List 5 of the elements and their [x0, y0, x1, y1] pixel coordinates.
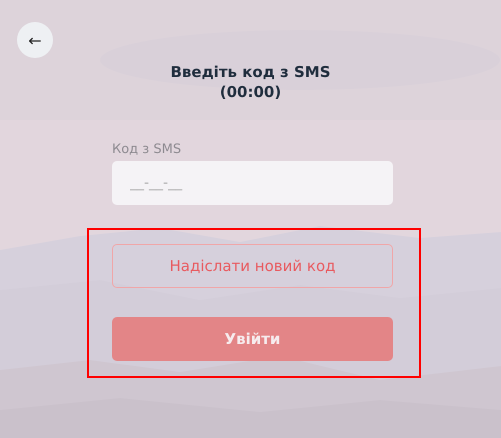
- field-label: Код з SMS: [112, 142, 182, 157]
- countdown-timer: (00:00): [218, 82, 282, 102]
- sms-code-field[interactable]: __-__-__: [112, 161, 393, 205]
- page-title: Введіть код з SMS: [169, 62, 332, 82]
- resend-code-button[interactable]: Надіслати новий код: [112, 244, 393, 288]
